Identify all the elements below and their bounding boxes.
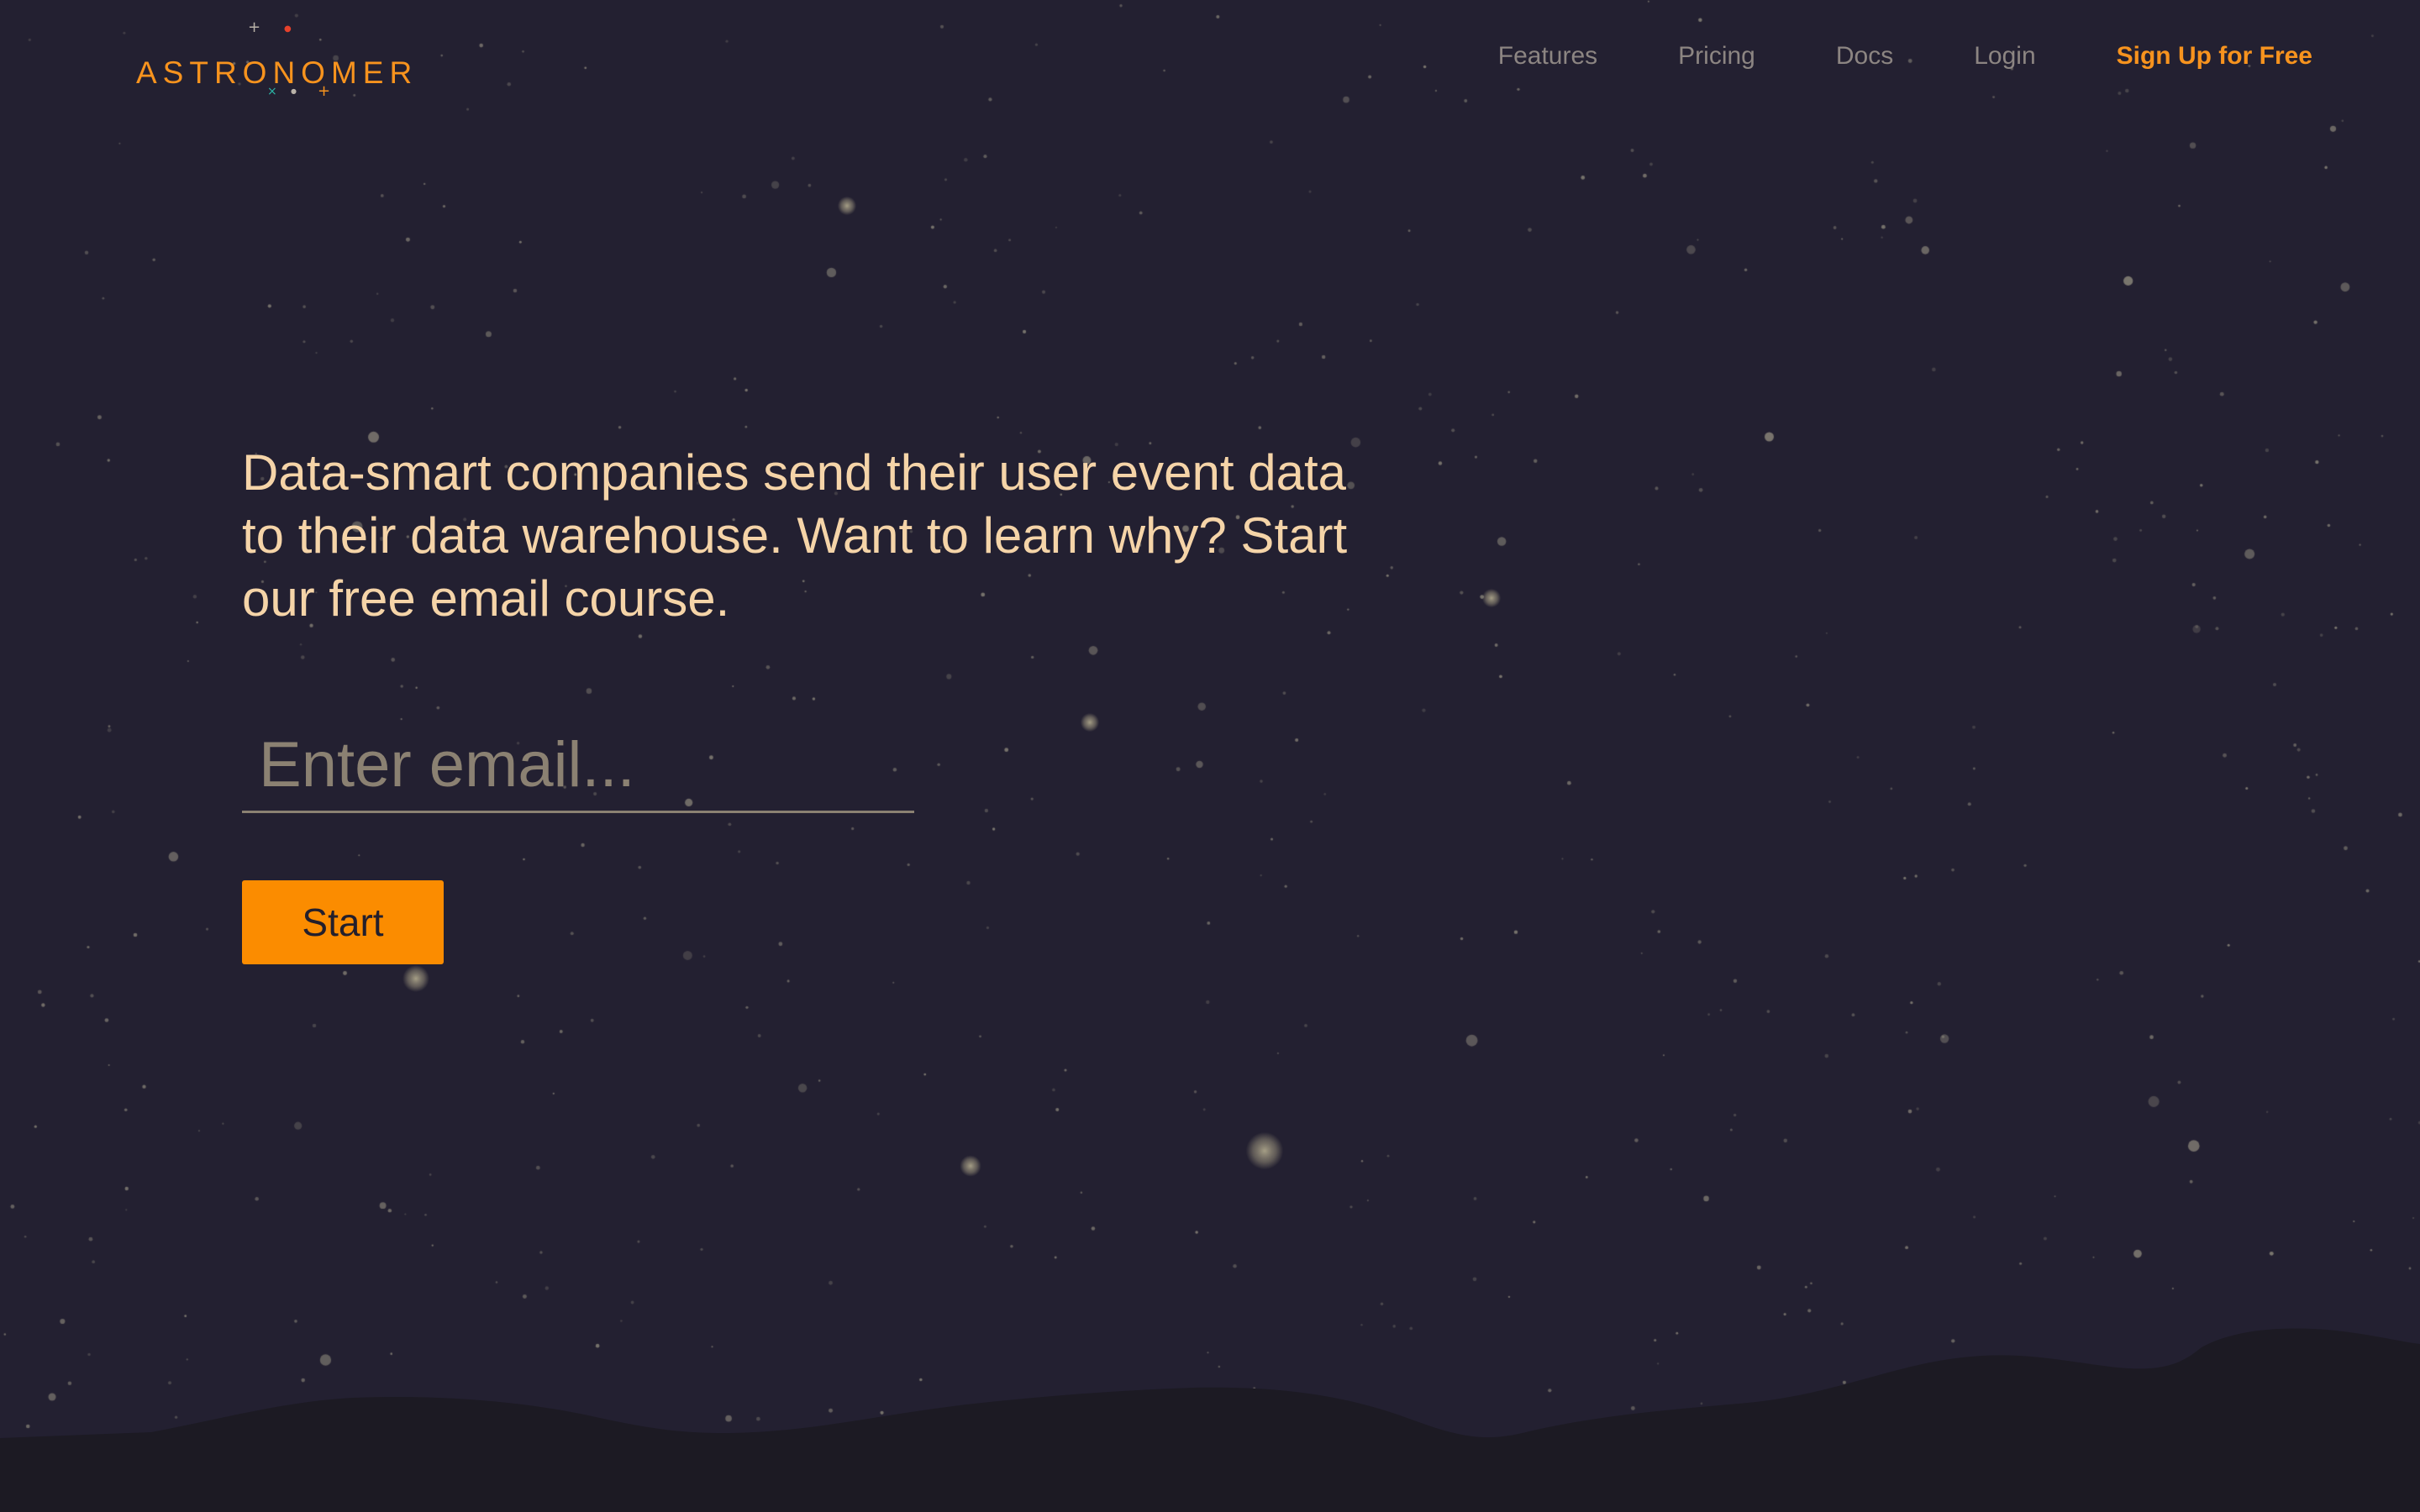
logo-star-icon: × <box>267 85 277 98</box>
email-field-container <box>242 718 914 813</box>
logo-star-icon: + <box>318 82 331 100</box>
start-button[interactable]: Start <box>242 880 444 964</box>
logo-star-icon: + <box>248 18 261 36</box>
nav-link-features[interactable]: Features <box>1498 42 1597 71</box>
hero-headline: Data-smart companies send their user eve… <box>242 444 1348 627</box>
nav-link-docs[interactable]: Docs <box>1836 42 1893 71</box>
logo-star-icon: ● <box>291 87 297 95</box>
email-input[interactable] <box>242 718 914 811</box>
sign-up-link[interactable]: Sign Up for Free <box>2117 42 2312 71</box>
logo-star-icon: ● <box>284 24 292 34</box>
nav-link-pricing[interactable]: Pricing <box>1678 42 1755 71</box>
top-navigation: Features Pricing Docs Login Sign Up for … <box>1418 42 2312 71</box>
nav-link-login[interactable]: Login <box>1974 42 2035 71</box>
astronomer-logo[interactable]: + ● ASTRONOMER × ● + <box>134 17 445 109</box>
